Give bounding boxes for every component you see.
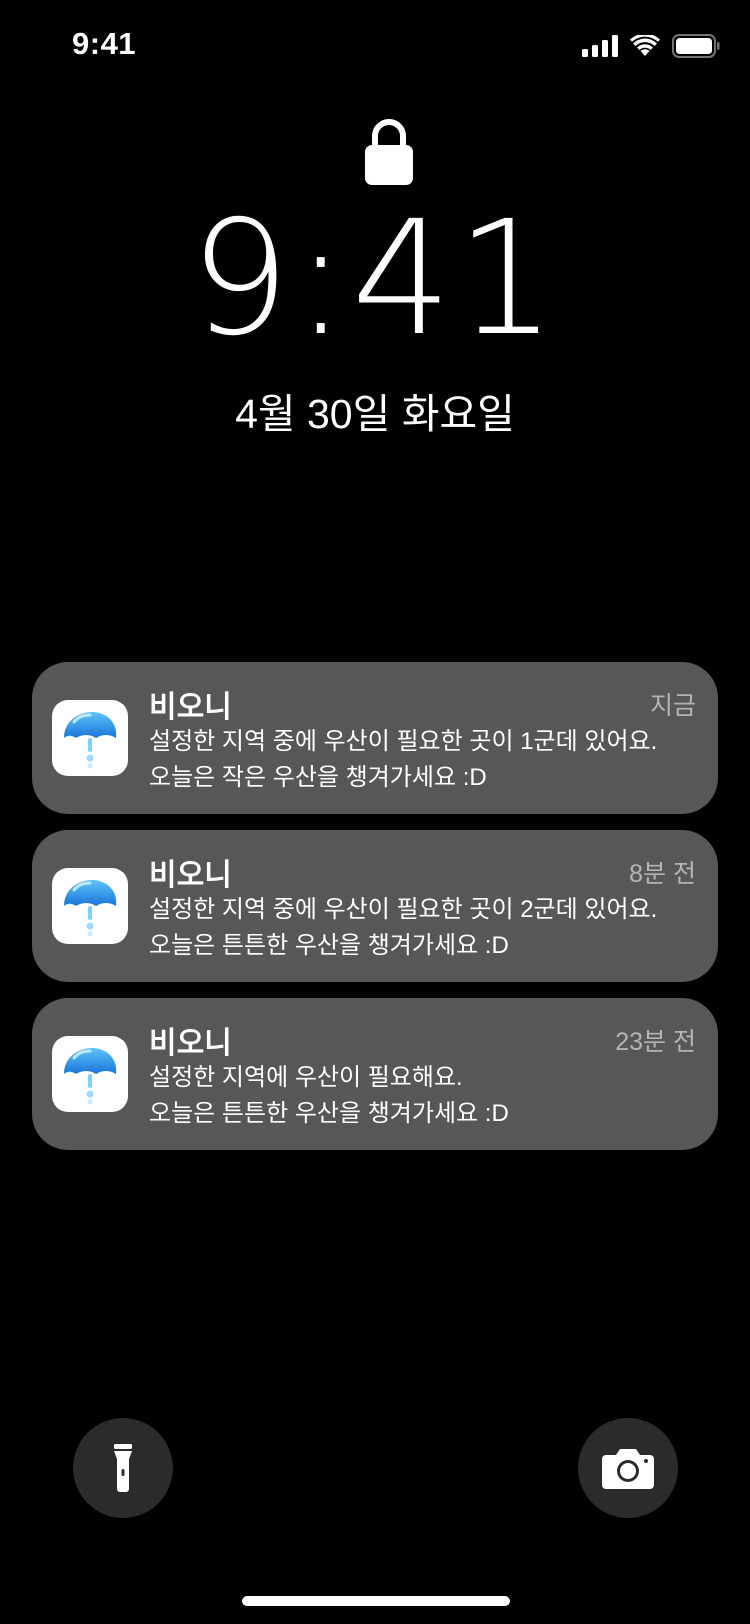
notification-body: 설정한 지역에 우산이 필요해요. 오늘은 튼튼한 우산을 챙겨가세요 :D (149, 1060, 700, 1132)
notification-time: 지금 (649, 692, 696, 720)
umbrella-icon (52, 1036, 128, 1112)
flashlight-button[interactable] (73, 1418, 173, 1518)
notification-card[interactable]: 비오니 23분 전 설정한 지역에 우산이 필요해요. 오늘은 튼튼한 우산을 … (32, 998, 718, 1150)
status-bar-icons (582, 34, 720, 58)
notification-line-1: 설정한 지역 중에 우산이 필요한 곳이 1군데 있어요. (149, 728, 658, 755)
camera-icon (602, 1449, 654, 1489)
umbrella-icon (52, 868, 128, 944)
battery-icon (672, 34, 720, 58)
notification-app-name: 비오니 (149, 1027, 232, 1060)
flashlight-icon (114, 1444, 132, 1492)
lock-screen: 9:41 9:41 4월 30일 화요일 비오니 지금 설정한 지역 중에 우산… (0, 0, 750, 1624)
notification-time: 23분 전 (615, 1028, 696, 1056)
time-minutes: :41 (294, 187, 561, 371)
notification-body: 설정한 지역 중에 우산이 필요한 곳이 2군데 있어요. 오늘은 튼튼한 우산… (149, 892, 700, 964)
notification-line-1: 설정한 지역 중에 우산이 필요한 곳이 2군데 있어요. (149, 896, 658, 923)
notification-line-2: 오늘은 작은 우산을 챙겨가세요 :D (149, 764, 487, 791)
notification-app-name: 비오니 (149, 859, 232, 892)
cellular-signal-icon (582, 35, 618, 57)
notification-line-1: 설정한 지역에 우산이 필요해요. (149, 1064, 463, 1091)
notification-app-name: 비오니 (149, 691, 232, 724)
umbrella-icon (52, 700, 128, 776)
home-indicator[interactable] (242, 1596, 510, 1606)
lock-screen-date: 4월 30일 화요일 (235, 391, 515, 437)
notification-card[interactable]: 비오니 8분 전 설정한 지역 중에 우산이 필요한 곳이 2군데 있어요. 오… (32, 830, 718, 982)
notification-time: 8분 전 (629, 860, 696, 888)
camera-button[interactable] (578, 1418, 678, 1518)
time-hour: 9 (189, 187, 295, 371)
notification-line-2: 오늘은 튼튼한 우산을 챙겨가세요 :D (149, 932, 509, 959)
notification-body: 설정한 지역 중에 우산이 필요한 곳이 1군데 있어요. 오늘은 작은 우산을… (149, 724, 700, 796)
wifi-icon (630, 35, 660, 57)
lock-icon (364, 116, 414, 186)
status-bar-time: 9:41 (72, 26, 137, 61)
lock-screen-time: 9:41 (0, 200, 750, 358)
notification-card[interactable]: 비오니 지금 설정한 지역 중에 우산이 필요한 곳이 1군데 있어요. 오늘은… (32, 662, 718, 814)
notification-line-2: 오늘은 튼튼한 우산을 챙겨가세요 :D (149, 1100, 509, 1127)
